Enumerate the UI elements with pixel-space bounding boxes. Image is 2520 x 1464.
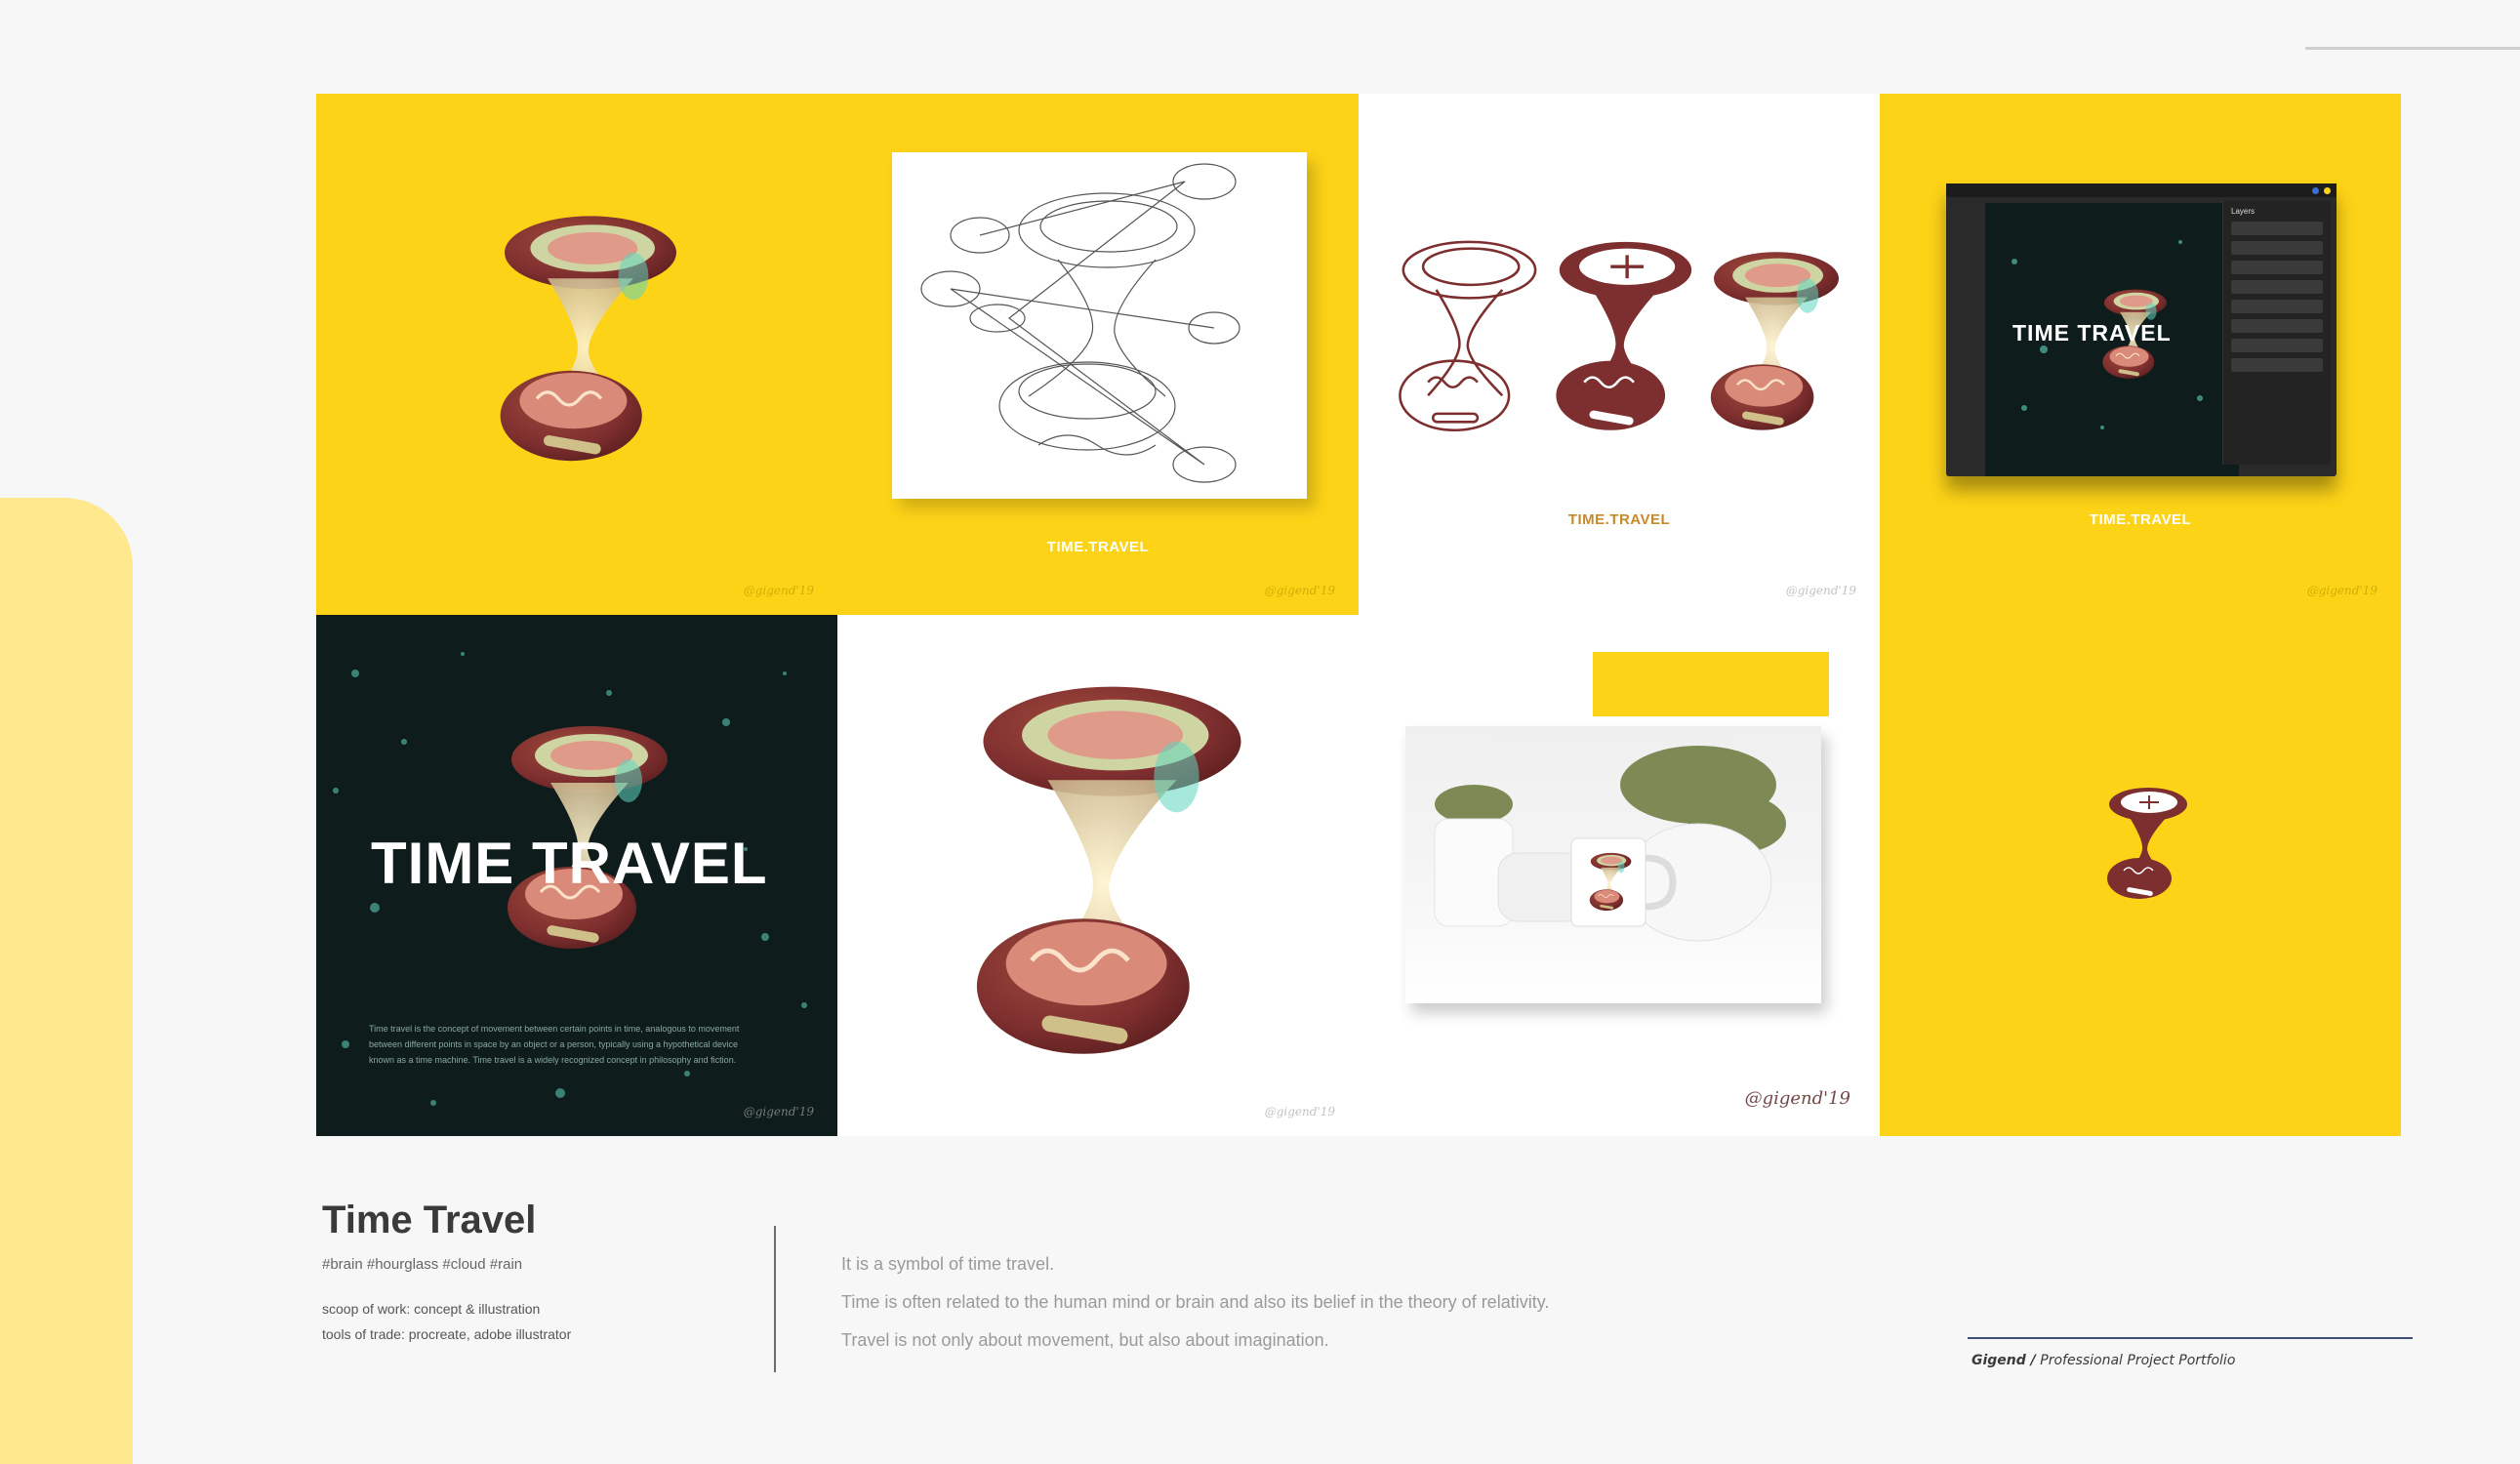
- sketch-paper: [892, 152, 1307, 499]
- project-tags: #brain #hourglass #cloud #rain: [322, 1256, 523, 1273]
- tile-icon-yellow[interactable]: [1880, 615, 2401, 1136]
- mug-photo: [1405, 726, 1821, 1003]
- description-line: It is a symbol of time travel.: [841, 1254, 1055, 1274]
- signature: @gigend'19: [1264, 584, 1335, 597]
- hourglass-variants-illustration: [1399, 240, 1841, 432]
- description-line: Travel is not only about movement, but a…: [841, 1330, 1329, 1350]
- poster-title: TIME TRAVEL: [371, 831, 768, 896]
- project-tools: tools of trade: procreate, adobe illustr…: [322, 1326, 572, 1342]
- info-divider: [774, 1226, 776, 1372]
- mug-scene: [1434, 746, 1786, 942]
- project-scope: scoop of work: concept & illustration: [322, 1301, 541, 1317]
- poster-paragraph: Time travel is the concept of movement b…: [369, 1024, 740, 1065]
- description-line: Time is often related to the human mind …: [841, 1292, 1550, 1312]
- tile-hourglass-variants[interactable]: TIME.TRAVEL @gigend'19: [1359, 94, 1880, 615]
- layer-row[interactable]: [2231, 222, 2323, 235]
- signature: @gigend'19: [743, 584, 814, 597]
- hourglass-icon: [2106, 787, 2188, 900]
- signature: @gigend'19: [1744, 1088, 1850, 1109]
- canvas-title: TIME TRAVEL: [2012, 320, 2172, 346]
- portfolio-brand: Gigend / Professional Project Portfolio: [1971, 1353, 2235, 1368]
- side-accent-block: [0, 498, 133, 1464]
- layer-row[interactable]: [2231, 319, 2323, 333]
- tile-procreate-screen[interactable]: TIME TRAVEL Layers TIME.TRAVEL @gigend'1…: [1880, 94, 2401, 615]
- layer-row[interactable]: [2231, 358, 2323, 372]
- layer-row[interactable]: [2231, 280, 2323, 294]
- signature: @gigend'19: [1785, 584, 1856, 597]
- signature: @gigend'19: [1264, 1105, 1335, 1118]
- color-swatch-icon: [2324, 187, 2331, 194]
- top-divider: [2305, 47, 2520, 50]
- layer-row[interactable]: [2231, 241, 2323, 255]
- project-title: Time Travel: [322, 1199, 537, 1241]
- color-swatch-icon: [2312, 187, 2319, 194]
- tile-label: TIME.TRAVEL: [2089, 511, 2192, 528]
- hourglass-large-illustration: [837, 615, 1359, 1136]
- accent-bar: [1593, 652, 1829, 716]
- signature: @gigend'19: [2306, 584, 2378, 597]
- tile-dark-poster[interactable]: TIME TRAVEL Time travel is the concept o…: [316, 615, 837, 1136]
- brand-divider: [1968, 1337, 2413, 1339]
- project-description: It is a symbol of time travel. Time is o…: [841, 1245, 1549, 1360]
- brand-subtitle: Professional Project Portfolio: [2040, 1353, 2236, 1368]
- project-info: Time Travel #brain #hourglass #cloud #ra…: [322, 1199, 571, 1347]
- layers-panel: Layers: [2222, 201, 2331, 465]
- tile-mug-mockup[interactable]: @gigend'19: [1359, 615, 1880, 1136]
- artwork-gallery: @gigend'19 TIME.TRAVEL @gigend'19 TIME.T…: [316, 94, 2401, 1136]
- tile-hourglass-large[interactable]: @gigend'19: [837, 615, 1359, 1136]
- layers-heading: Layers: [2231, 207, 2256, 216]
- procreate-screen: TIME TRAVEL Layers: [1946, 183, 2337, 476]
- layer-row[interactable]: [2231, 261, 2323, 274]
- layer-row[interactable]: [2231, 339, 2323, 352]
- tile-label: TIME.TRAVEL: [1567, 511, 1671, 528]
- tile-sketch[interactable]: TIME.TRAVEL @gigend'19: [837, 94, 1359, 615]
- layer-row[interactable]: [2231, 300, 2323, 313]
- hourglass-illustration: [498, 214, 678, 463]
- app-toolbar: [1946, 183, 2337, 197]
- pencil-sketch: [920, 163, 1240, 483]
- signature: @gigend'19: [743, 1105, 814, 1118]
- tile-hourglass-yellow[interactable]: @gigend'19: [316, 94, 837, 615]
- brand-name: Gigend /: [1971, 1353, 2036, 1368]
- tile-label: TIME.TRAVEL: [1046, 539, 1150, 555]
